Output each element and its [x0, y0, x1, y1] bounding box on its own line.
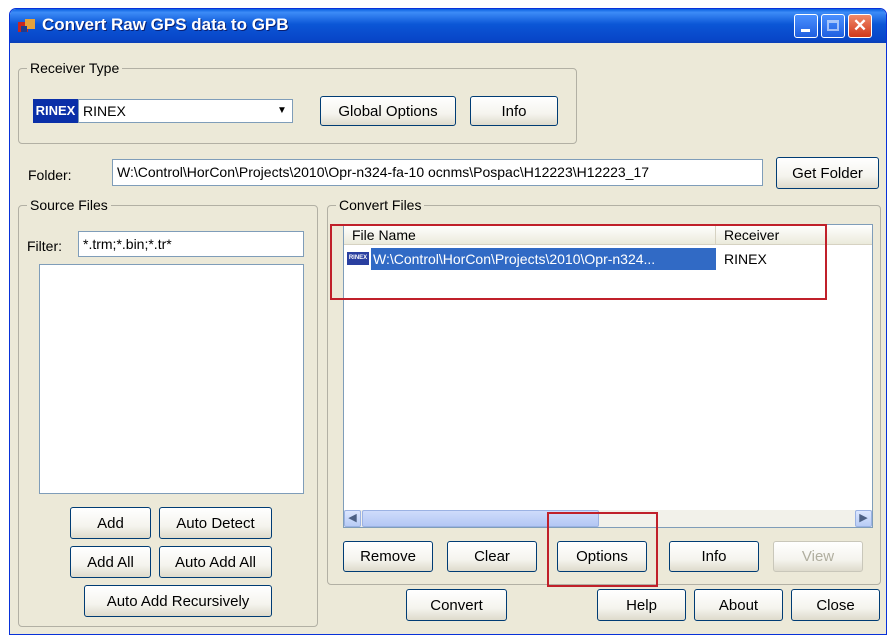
receiver-type-label: Receiver Type: [27, 59, 123, 77]
receiver-type-select[interactable]: RINEX ▼: [78, 99, 293, 123]
add-all-button[interactable]: Add All: [70, 546, 151, 578]
source-files-label: Source Files: [27, 196, 111, 214]
get-folder-button[interactable]: Get Folder: [776, 157, 879, 189]
app-icon: [18, 19, 35, 32]
about-button[interactable]: About: [694, 589, 783, 621]
receiver-type-group: Receiver Type RINEX RINEX ▼ Global Optio…: [18, 59, 577, 144]
remove-button[interactable]: Remove: [343, 541, 433, 572]
global-options-button[interactable]: Global Options: [320, 96, 456, 126]
auto-add-recursively-button[interactable]: Auto Add Recursively: [84, 585, 272, 617]
receiver-info-button[interactable]: Info: [470, 96, 558, 126]
chevron-down-icon[interactable]: ▼: [272, 100, 292, 122]
receiver-type-value: RINEX: [83, 103, 126, 119]
scroll-right-icon[interactable]: ▶: [855, 510, 872, 527]
filter-label: Filter:: [27, 238, 62, 254]
convert-files-label: Convert Files: [336, 196, 425, 214]
view-button[interactable]: View: [773, 541, 863, 572]
rinex-badge-icon: RINEX: [33, 99, 78, 123]
title-bar[interactable]: Convert Raw GPS data to GPB ✕: [10, 9, 886, 43]
window-title: Convert Raw GPS data to GPB: [42, 15, 289, 34]
filter-input[interactable]: *.trm;*.bin;*.tr*: [78, 231, 304, 257]
close-icon: ✕: [852, 16, 868, 35]
minimize-button[interactable]: [794, 14, 818, 38]
convert-dialog: Convert Raw GPS data to GPB ✕ Receiver T…: [9, 8, 887, 635]
help-button[interactable]: Help: [597, 589, 686, 621]
convert-button[interactable]: Convert: [406, 589, 507, 621]
maximize-icon: [827, 20, 839, 31]
source-files-list[interactable]: [39, 264, 304, 494]
close-window-button[interactable]: ✕: [848, 14, 872, 38]
auto-add-all-button[interactable]: Auto Add All: [159, 546, 272, 578]
scroll-left-icon[interactable]: ◀: [344, 510, 361, 527]
source-files-group: Source Files Filter: *.trm;*.bin;*.tr* A…: [18, 196, 318, 627]
add-button[interactable]: Add: [70, 507, 151, 539]
file-row-highlight-box: [330, 224, 827, 300]
folder-path-field[interactable]: W:\Control\HorCon\Projects\2010\Opr-n324…: [112, 159, 763, 186]
clear-button[interactable]: Clear: [447, 541, 537, 572]
maximize-button[interactable]: [821, 14, 845, 38]
auto-detect-button[interactable]: Auto Detect: [159, 507, 272, 539]
close-button[interactable]: Close: [791, 589, 880, 621]
options-highlight-box: [547, 512, 658, 587]
folder-label: Folder:: [28, 167, 72, 183]
files-info-button[interactable]: Info: [669, 541, 759, 572]
minimize-icon: [801, 29, 810, 32]
